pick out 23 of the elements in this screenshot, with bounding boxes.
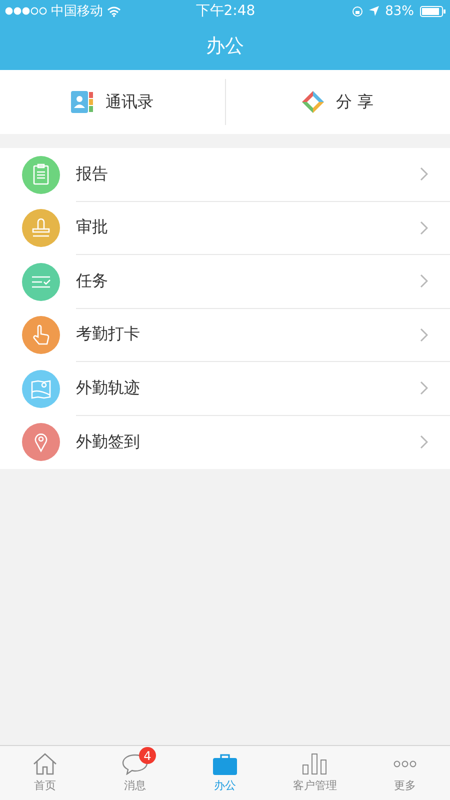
battery-icon: [420, 6, 446, 16]
more-icon: [393, 760, 417, 768]
chevron-icon: [420, 167, 428, 182]
chevron-icon: [420, 274, 428, 288]
signal-icon: [5, 7, 47, 15]
status-time: 下午2:48: [196, 2, 256, 20]
battery-percent: 83%: [385, 4, 414, 18]
bar-chart-icon: [302, 753, 328, 775]
address-book-icon: [71, 91, 94, 113]
carrier-name: 中国移动: [51, 3, 103, 20]
rotation-lock-icon: [352, 6, 364, 16]
chevron-icon: [420, 381, 428, 396]
tab-button[interactable]: 4 消息: [90, 746, 180, 800]
chevron-icon: [420, 220, 428, 235]
unread-badge: 4: [139, 747, 156, 764]
page-title: 办公: [206, 34, 244, 59]
chevron-icon: [420, 435, 428, 450]
home-icon: [33, 753, 57, 775]
briefcase-icon: [213, 753, 237, 775]
diamond-icon: [302, 91, 324, 113]
chevron-icon: [420, 328, 428, 342]
wifi-icon: [107, 6, 121, 16]
location-icon: [369, 6, 380, 16]
